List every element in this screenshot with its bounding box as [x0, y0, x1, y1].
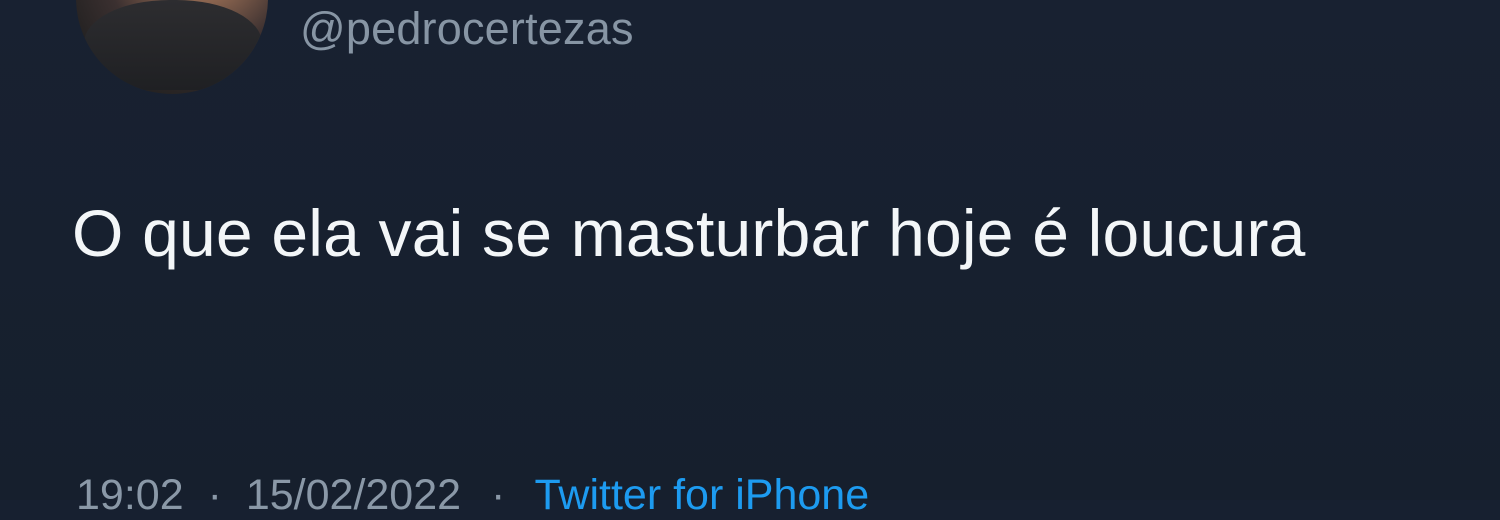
avatar-photo-body [84, 0, 262, 90]
avatar[interactable]: + [76, 0, 268, 94]
meta-separator: · [207, 471, 222, 519]
tweet-source-link[interactable]: Twitter for iPhone [535, 471, 870, 519]
tweet-meta: 19:02 · 15/02/2022 · Twitter for iPhone [76, 470, 869, 519]
tweet-card: + @pedrocertezas O que ela vai se mastur… [0, 0, 1500, 519]
tweet-time: 19:02 [76, 471, 184, 519]
tweet-text: O que ela vai se masturbar hoje é loucur… [72, 196, 1306, 270]
tweet-date: 15/02/2022 [245, 471, 462, 519]
user-handle[interactable]: @pedrocertezas [300, 4, 634, 54]
meta-separator: · [491, 471, 506, 519]
